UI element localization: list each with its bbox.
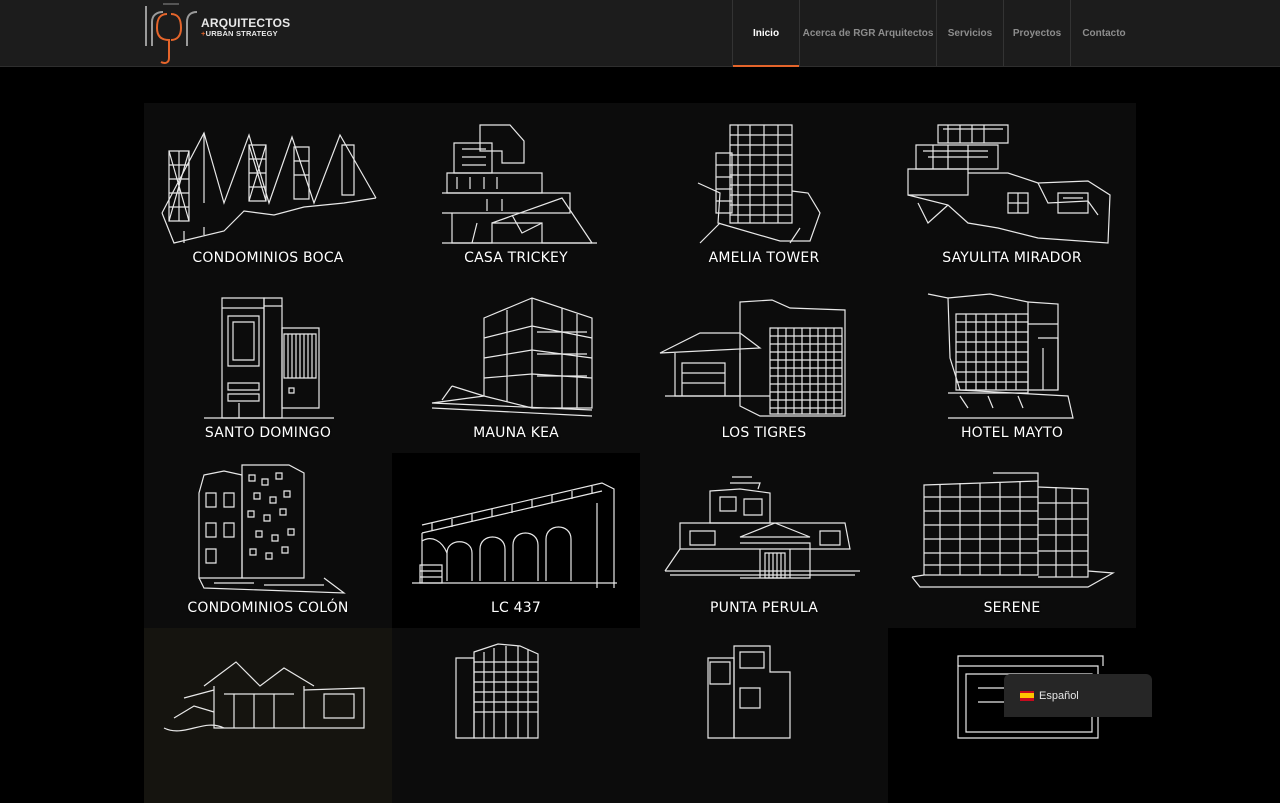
- project-card[interactable]: HOTEL MAYTO: [888, 278, 1136, 453]
- project-title: SERENE: [983, 600, 1041, 616]
- project-card[interactable]: MAUNA KEA: [392, 278, 640, 453]
- project-title: HOTEL MAYTO: [960, 425, 1064, 441]
- project-card[interactable]: LOS TIGRES: [640, 278, 888, 453]
- nav-item-contacto[interactable]: Contacto: [1070, 0, 1137, 66]
- project-card[interactable]: CONDOMINIOS BOCA: [144, 103, 392, 278]
- project-card[interactable]: PUNTA PERULA: [640, 453, 888, 628]
- project-title: CASA TRICKEY: [464, 250, 568, 266]
- project-title: AMELIA TOWER: [708, 250, 820, 266]
- project-card[interactable]: [392, 628, 640, 803]
- main-nav: Inicio Acerca de RGR Arquitectos Servici…: [732, 0, 1137, 67]
- project-title: CONDOMINIOS COLÓN: [187, 600, 349, 616]
- project-title: SAYULITA MIRADOR: [942, 250, 1082, 266]
- project-title: MAUNA KEA: [473, 425, 559, 441]
- spain-flag-icon: [1020, 690, 1034, 701]
- project-title: CONDOMINIOS BOCA: [192, 250, 344, 266]
- language-label: Español: [1039, 689, 1079, 702]
- nav-item-inicio[interactable]: Inicio: [732, 0, 799, 67]
- project-card[interactable]: [144, 628, 392, 803]
- nav-item-proyectos[interactable]: Proyectos: [1003, 0, 1070, 66]
- project-sketch-icon: [163, 661, 365, 732]
- project-title: LC 437: [491, 600, 541, 616]
- nav-item-acerca[interactable]: Acerca de RGR Arquitectos: [799, 0, 936, 66]
- project-sketch-icon: [707, 645, 791, 739]
- project-card[interactable]: AMELIA TOWER: [640, 103, 888, 278]
- project-card[interactable]: LC 437: [392, 453, 640, 628]
- project-card[interactable]: [640, 628, 888, 803]
- project-card[interactable]: SAYULITA MIRADOR: [888, 103, 1136, 278]
- project-card[interactable]: SERENE: [888, 453, 1136, 628]
- brand-line2: +URBAN STRATEGY: [201, 29, 278, 38]
- rgr-logo-mark-icon: [145, 3, 198, 64]
- brand-line1: ARQUITECTOS: [201, 16, 291, 30]
- project-card[interactable]: CONDOMINIOS COLÓN: [144, 453, 392, 628]
- site-header: ARQUITECTOS +URBAN STRATEGY Inicio Acerc…: [0, 0, 1280, 67]
- project-title: PUNTA PERULA: [709, 600, 818, 616]
- language-switcher[interactable]: Español: [1004, 674, 1152, 717]
- project-title: SANTO DOMINGO: [204, 425, 332, 441]
- nav-item-servicios[interactable]: Servicios: [936, 0, 1003, 66]
- site-logo[interactable]: ARQUITECTOS +URBAN STRATEGY: [143, 0, 293, 66]
- project-card[interactable]: SANTO DOMINGO: [144, 278, 392, 453]
- projects-grid: CONDOMINIOS BOCA CASA TRICKEY AMELIA TOW…: [144, 103, 1136, 803]
- project-sketch-icon: [455, 643, 539, 739]
- project-title: LOS TIGRES: [721, 425, 807, 441]
- project-card[interactable]: CASA TRICKEY: [392, 103, 640, 278]
